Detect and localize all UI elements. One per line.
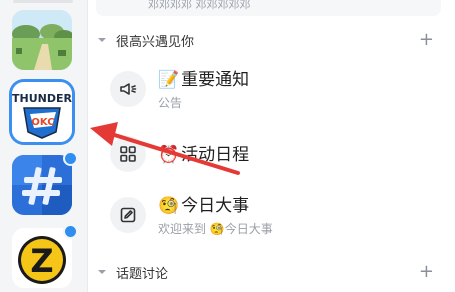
channel-name: 📝 重要通知 bbox=[158, 65, 249, 90]
rail-top-divider bbox=[13, 0, 73, 3]
channel-subtitle: 欢迎来到 🧐今日大事 bbox=[158, 222, 273, 236]
channel-name-text: 重要通知 bbox=[181, 70, 250, 90]
channel-name-text: 活动日程 bbox=[181, 145, 250, 165]
section-title: 话题讨论 bbox=[116, 266, 169, 282]
chevron-down-icon bbox=[96, 266, 108, 278]
channel-name: 🧐 今日大事 bbox=[158, 191, 249, 216]
channel-item-notice[interactable]: 📝 重要通知 公告 bbox=[106, 63, 436, 111]
edit-icon bbox=[110, 197, 146, 233]
channel-subtitle: 公告 bbox=[158, 96, 183, 110]
app-screen: THUNDER OKC Z 邓邓邓邓 邓邓邓邓邓 很高兴遇见你 + 📝 重要通知… bbox=[0, 0, 455, 292]
section-header-topics[interactable]: 话题讨论 + bbox=[96, 262, 446, 282]
channel-name: ⏰ 活动日程 bbox=[158, 140, 249, 165]
hash-icon bbox=[12, 155, 72, 215]
section-header-welcome[interactable]: 很高兴遇见你 + bbox=[96, 30, 446, 50]
server-hash[interactable] bbox=[12, 155, 72, 215]
channel-name-text: 今日大事 bbox=[181, 196, 250, 216]
server-hash-badge bbox=[63, 151, 78, 166]
megaphone-icon bbox=[110, 71, 146, 107]
landscape-icon bbox=[12, 10, 72, 70]
top-strip-text: 邓邓邓邓 邓邓邓邓邓 bbox=[148, 0, 251, 11]
z-logo-icon: Z bbox=[12, 228, 72, 288]
add-channel-button[interactable]: + bbox=[419, 31, 434, 49]
grid-icon bbox=[110, 136, 146, 172]
channel-item-schedule[interactable]: ⏰ 活动日程 bbox=[106, 134, 436, 182]
monocle-face-emoji-icon: 🧐 bbox=[158, 196, 180, 216]
svg-text:OKC: OKC bbox=[31, 117, 54, 128]
svg-text:THUNDER: THUNDER bbox=[12, 92, 72, 105]
channel-list: 邓邓邓邓 邓邓邓邓邓 很高兴遇见你 + 📝 重要通知 公告 ⏰ 活动日程 🧐 今… bbox=[88, 0, 455, 292]
server-landscape[interactable] bbox=[12, 10, 72, 70]
section-title: 很高兴遇见你 bbox=[116, 34, 195, 50]
svg-text:Z: Z bbox=[30, 242, 53, 280]
thunder-logo-icon: THUNDER OKC bbox=[12, 82, 72, 142]
alarm-clock-emoji-icon: ⏰ bbox=[158, 145, 180, 165]
memo-emoji-icon: 📝 bbox=[158, 70, 180, 90]
server-thunder[interactable]: THUNDER OKC bbox=[12, 82, 72, 142]
server-z-badge bbox=[63, 224, 78, 239]
server-rail: THUNDER OKC Z bbox=[0, 0, 88, 292]
chevron-down-icon bbox=[96, 34, 108, 46]
channel-item-today[interactable]: 🧐 今日大事 欢迎来到 🧐今日大事 bbox=[106, 189, 436, 237]
server-z[interactable]: Z bbox=[12, 228, 72, 288]
add-channel-button[interactable]: + bbox=[419, 263, 434, 281]
